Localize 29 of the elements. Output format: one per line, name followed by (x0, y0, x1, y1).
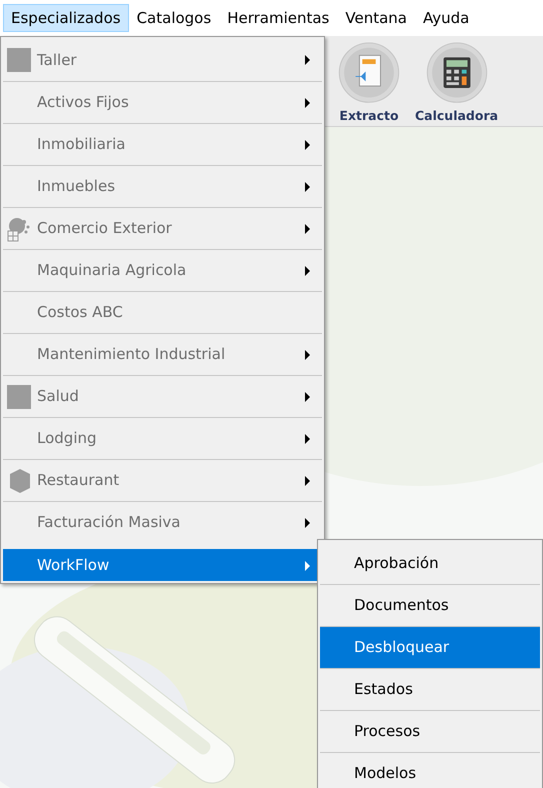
menu-item[interactable]: Maquinaria Agricola (3, 249, 322, 291)
menu-item[interactable]: Taller (3, 39, 322, 81)
menu-item[interactable]: Activos Fijos (3, 81, 322, 123)
menu-bar-item[interactable]: Ventana (337, 4, 415, 32)
menu-item[interactable]: Procesos (320, 710, 540, 752)
menu-item[interactable]: Lodging (3, 417, 322, 459)
gears-icon (6, 216, 32, 242)
menu-item[interactable]: Mantenimiento Industrial (3, 333, 322, 375)
menu-item[interactable]: Inmobiliaria (3, 123, 322, 165)
toolbar-button[interactable]: Extracto (337, 42, 401, 126)
square-icon (6, 47, 32, 73)
menu-item[interactable]: Facturación Masiva (3, 501, 322, 543)
menu-item[interactable]: Modelos (320, 752, 540, 788)
toolbar-button[interactable]: Calculadora (415, 42, 498, 126)
menu-bar-item[interactable]: Especializados (3, 4, 129, 32)
menu-item[interactable]: Desbloquear (320, 626, 540, 668)
menu-item[interactable]: Inmuebles (3, 165, 322, 207)
menu-bar-item[interactable]: Ayuda (414, 4, 478, 32)
menu-bar-item[interactable]: Catalogos (128, 4, 220, 32)
menu-item[interactable]: Salud (3, 375, 322, 417)
menu-item[interactable]: Aprobación (320, 542, 540, 584)
menu-item[interactable]: Costos ABC (3, 291, 322, 333)
menu-item[interactable]: Restaurant (3, 459, 322, 501)
menu-item[interactable]: Comercio Exterior (3, 207, 322, 249)
document-icon (337, 42, 401, 104)
menu-bar-item[interactable]: Herramientas (219, 4, 338, 32)
menu-item[interactable]: Estados (320, 668, 540, 710)
square-icon (6, 384, 32, 410)
calculator-icon (424, 42, 489, 104)
